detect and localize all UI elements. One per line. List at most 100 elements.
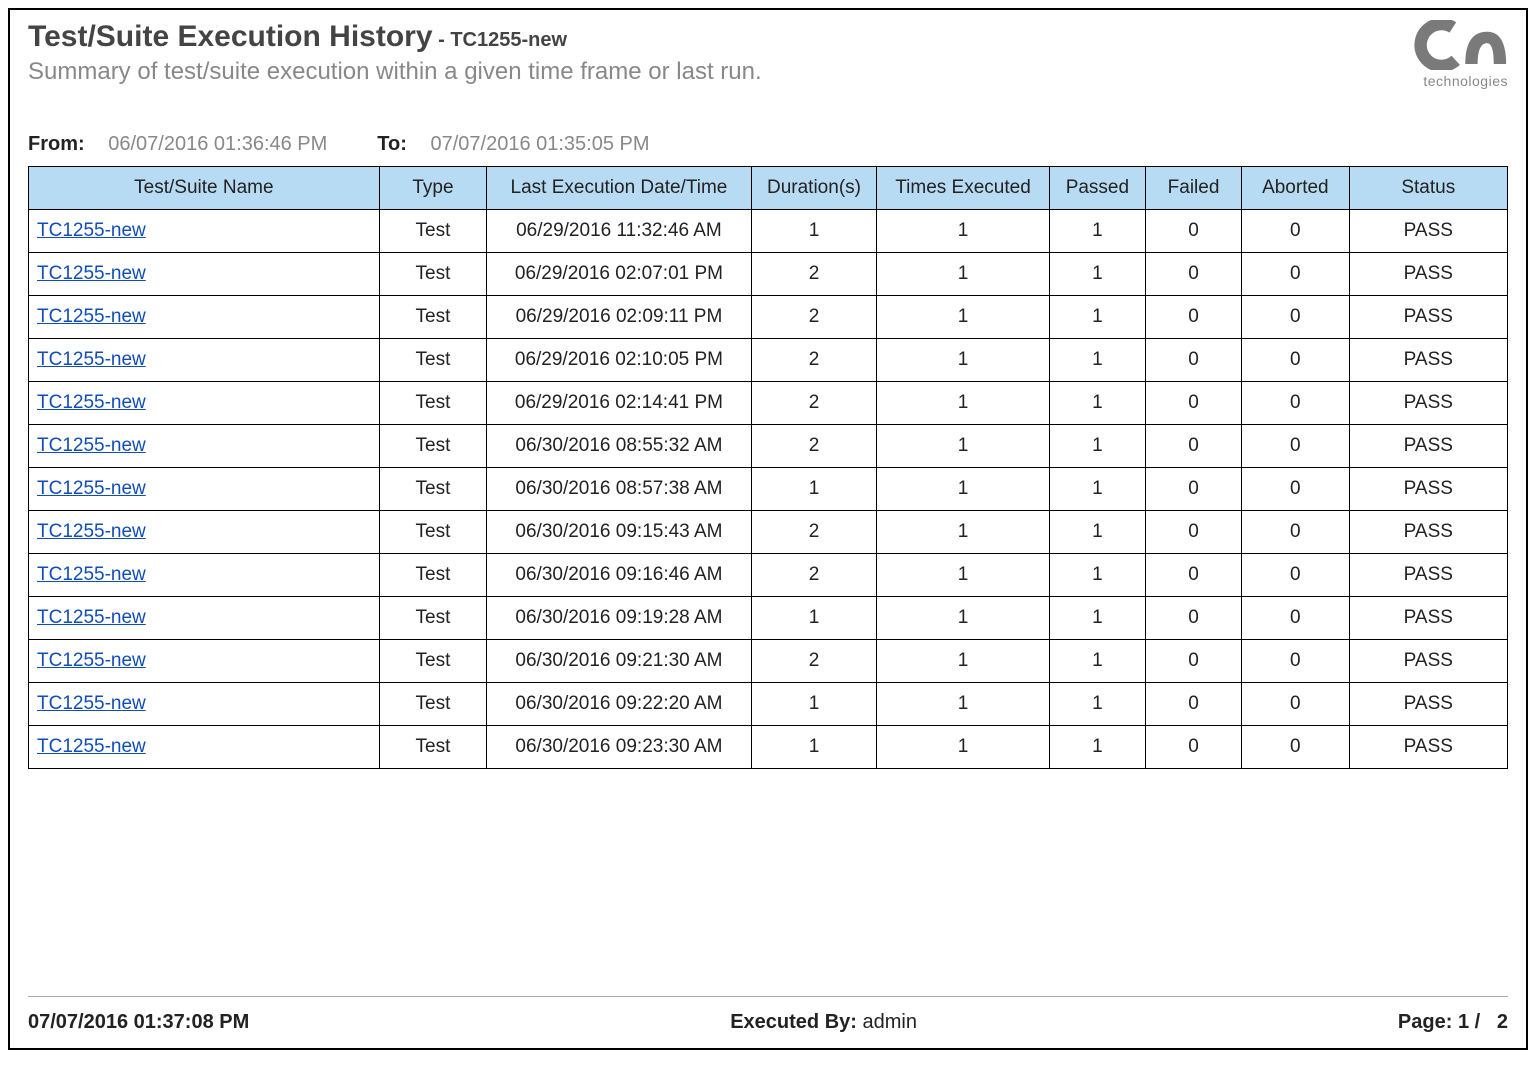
cell-duration: 2 — [751, 554, 877, 597]
header-text: Test/Suite Execution History - TC1255-ne… — [28, 20, 762, 86]
cell-failed: 0 — [1145, 640, 1241, 683]
cell-last-exec: 06/29/2016 02:09:11 PM — [487, 296, 752, 339]
col-header-status: Status — [1349, 167, 1507, 210]
cell-times: 1 — [877, 640, 1050, 683]
page-subtitle: Summary of test/suite execution within a… — [28, 58, 762, 86]
cell-duration: 2 — [751, 339, 877, 382]
cell-failed: 0 — [1145, 597, 1241, 640]
cell-times: 1 — [877, 253, 1050, 296]
cell-duration: 1 — [751, 726, 877, 769]
cell-status: PASS — [1349, 296, 1507, 339]
cell-passed: 1 — [1049, 382, 1145, 425]
cell-last-exec: 06/30/2016 09:23:30 AM — [487, 726, 752, 769]
cell-times: 1 — [877, 382, 1050, 425]
test-name-link[interactable]: TC1255-new — [29, 253, 380, 296]
test-name-link[interactable]: TC1255-new — [29, 597, 380, 640]
to-value: 07/07/2016 01:35:05 PM — [430, 133, 649, 155]
cell-times: 1 — [877, 554, 1050, 597]
table-row: TC1255-newTest06/30/2016 09:23:30 AM1110… — [29, 726, 1508, 769]
col-header-failed: Failed — [1145, 167, 1241, 210]
test-name-link[interactable]: TC1255-new — [29, 339, 380, 382]
cell-type: Test — [379, 640, 486, 683]
test-name-link[interactable]: TC1255-new — [29, 726, 380, 769]
cell-duration: 2 — [751, 253, 877, 296]
cell-passed: 1 — [1049, 726, 1145, 769]
test-name-link[interactable]: TC1255-new — [29, 468, 380, 511]
cell-failed: 0 — [1145, 726, 1241, 769]
test-name-link[interactable]: TC1255-new — [29, 210, 380, 253]
to-label: To: — [377, 133, 407, 155]
test-name-link[interactable]: TC1255-new — [29, 683, 380, 726]
cell-last-exec: 06/29/2016 02:10:05 PM — [487, 339, 752, 382]
cell-passed: 1 — [1049, 253, 1145, 296]
test-name-link[interactable]: TC1255-new — [29, 554, 380, 597]
cell-passed: 1 — [1049, 640, 1145, 683]
date-range: From: 06/07/2016 01:36:46 PM To: 07/07/2… — [28, 133, 1508, 156]
col-header-passed: Passed — [1049, 167, 1145, 210]
table-row: TC1255-newTest06/29/2016 02:10:05 PM2110… — [29, 339, 1508, 382]
col-header-duration: Duration(s) — [751, 167, 877, 210]
cell-aborted: 0 — [1242, 683, 1349, 726]
cell-last-exec: 06/30/2016 08:55:32 AM — [487, 425, 752, 468]
table-row: TC1255-newTest06/29/2016 02:07:01 PM2110… — [29, 253, 1508, 296]
table-row: TC1255-newTest06/30/2016 09:15:43 AM2110… — [29, 511, 1508, 554]
cell-times: 1 — [877, 597, 1050, 640]
results-table-wrap: Test/Suite Name Type Last Execution Date… — [28, 166, 1508, 769]
to-block: To: 07/07/2016 01:35:05 PM — [377, 133, 649, 156]
test-name-link[interactable]: TC1255-new — [29, 640, 380, 683]
title-suffix: TC1255-new — [450, 29, 567, 51]
cell-times: 1 — [877, 468, 1050, 511]
cell-type: Test — [379, 511, 486, 554]
cell-passed: 1 — [1049, 425, 1145, 468]
table-row: TC1255-newTest06/30/2016 08:55:32 AM2110… — [29, 425, 1508, 468]
cell-failed: 0 — [1145, 511, 1241, 554]
cell-type: Test — [379, 683, 486, 726]
cell-passed: 1 — [1049, 554, 1145, 597]
cell-status: PASS — [1349, 554, 1507, 597]
footer-timestamp: 07/07/2016 01:37:08 PM — [28, 1011, 249, 1034]
cell-passed: 1 — [1049, 511, 1145, 554]
ca-logo-icon — [1413, 20, 1508, 70]
table-row: TC1255-newTest06/30/2016 09:21:30 AM2110… — [29, 640, 1508, 683]
cell-status: PASS — [1349, 425, 1507, 468]
cell-aborted: 0 — [1242, 640, 1349, 683]
test-name-link[interactable]: TC1255-new — [29, 296, 380, 339]
brand-logo: technologies — [1413, 20, 1508, 89]
cell-failed: 0 — [1145, 554, 1241, 597]
from-value: 06/07/2016 01:36:46 PM — [108, 133, 327, 155]
footer-page: Page: 1 / 2 — [1398, 1011, 1508, 1034]
cell-failed: 0 — [1145, 339, 1241, 382]
cell-times: 1 — [877, 339, 1050, 382]
cell-status: PASS — [1349, 468, 1507, 511]
logo-caption: technologies — [1413, 73, 1508, 89]
cell-failed: 0 — [1145, 210, 1241, 253]
cell-duration: 2 — [751, 511, 877, 554]
test-name-link[interactable]: TC1255-new — [29, 425, 380, 468]
cell-last-exec: 06/30/2016 09:22:20 AM — [487, 683, 752, 726]
col-header-name: Test/Suite Name — [29, 167, 380, 210]
from-block: From: 06/07/2016 01:36:46 PM — [28, 133, 327, 156]
executed-by-value: admin — [863, 1011, 917, 1033]
cell-last-exec: 06/30/2016 09:19:28 AM — [487, 597, 752, 640]
cell-status: PASS — [1349, 597, 1507, 640]
cell-status: PASS — [1349, 253, 1507, 296]
cell-passed: 1 — [1049, 683, 1145, 726]
cell-failed: 0 — [1145, 382, 1241, 425]
table-row: TC1255-newTest06/29/2016 02:14:41 PM2110… — [29, 382, 1508, 425]
cell-aborted: 0 — [1242, 597, 1349, 640]
cell-aborted: 0 — [1242, 726, 1349, 769]
cell-times: 1 — [877, 726, 1050, 769]
cell-duration: 1 — [751, 210, 877, 253]
page-label: Page: 1 / — [1398, 1011, 1480, 1033]
footer-executed-by: Executed By: admin — [730, 1011, 917, 1034]
test-name-link[interactable]: TC1255-new — [29, 511, 380, 554]
cell-type: Test — [379, 253, 486, 296]
cell-last-exec: 06/30/2016 08:57:38 AM — [487, 468, 752, 511]
results-table: Test/Suite Name Type Last Execution Date… — [28, 166, 1508, 769]
cell-times: 1 — [877, 210, 1050, 253]
cell-type: Test — [379, 468, 486, 511]
test-name-link[interactable]: TC1255-new — [29, 382, 380, 425]
table-row: TC1255-newTest06/29/2016 02:09:11 PM2110… — [29, 296, 1508, 339]
cell-aborted: 0 — [1242, 425, 1349, 468]
cell-last-exec: 06/29/2016 02:14:41 PM — [487, 382, 752, 425]
